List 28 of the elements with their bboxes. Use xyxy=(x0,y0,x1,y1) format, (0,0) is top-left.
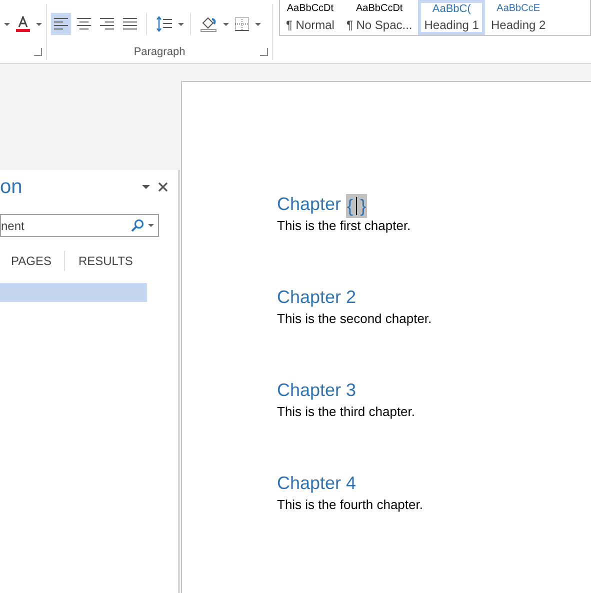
pane-title: on xyxy=(0,176,24,198)
caret-icon[interactable] xyxy=(148,224,154,227)
field-code: { } xyxy=(346,194,368,218)
search-icon[interactable] xyxy=(131,219,144,232)
caret-icon[interactable] xyxy=(142,185,150,189)
chapter-heading: Chapter 2 xyxy=(277,287,356,309)
caret-icon[interactable] xyxy=(255,22,261,26)
chapter-heading: Chapter 4 xyxy=(277,473,356,495)
dialog-launcher-icon[interactable] xyxy=(260,48,268,56)
align-left-button[interactable] xyxy=(51,13,71,35)
style-item[interactable]: AaBbC( Heading 1 xyxy=(418,0,485,35)
dialog-launcher-icon[interactable] xyxy=(34,48,42,56)
body-text: This is the first chapter. xyxy=(277,218,412,233)
body-text: This is the fourth chapter. xyxy=(277,497,424,512)
pane-tab[interactable]: RESULTS xyxy=(75,252,136,270)
chapter-heading: Chapter xyxy=(277,194,342,216)
search-field[interactable]: nent xyxy=(0,214,159,237)
caret-icon[interactable] xyxy=(223,22,229,26)
caret-icon[interactable] xyxy=(4,22,10,26)
group-label: Paragraph xyxy=(134,46,186,58)
body-text: This is the second chapter. xyxy=(277,311,433,326)
pane-tab[interactable]: PAGES xyxy=(8,252,54,270)
font-color-button[interactable] xyxy=(13,13,33,35)
close-icon[interactable] xyxy=(158,182,168,192)
chapter-heading: Chapter 3 xyxy=(277,380,356,402)
caret-icon[interactable] xyxy=(178,22,184,26)
body-text: This is the third chapter. xyxy=(277,404,416,419)
caret-icon[interactable] xyxy=(36,22,42,26)
